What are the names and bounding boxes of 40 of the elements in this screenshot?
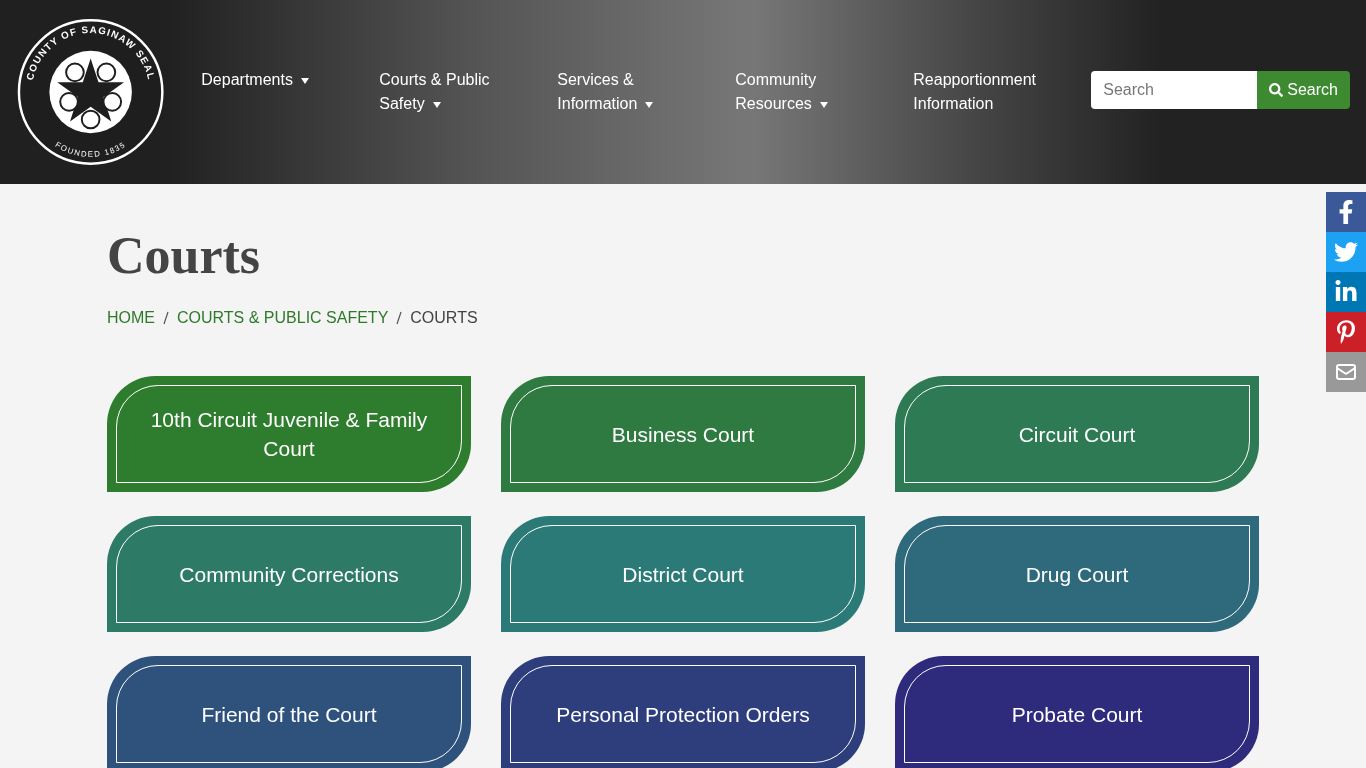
tile-label: Community Corrections [116,525,462,623]
tile-label: Probate Court [904,665,1250,763]
tile-label: Business Court [510,385,856,483]
court-tile[interactable]: Community Corrections [107,516,471,632]
share-button[interactable] [1326,352,1366,392]
share-button[interactable] [1326,272,1366,312]
bird-icon [1334,240,1358,264]
breadcrumb-link[interactable]: HOME [107,306,155,330]
search-icon [1269,83,1284,97]
slash-separator-icon [396,311,403,325]
slash-separator-icon [163,311,169,325]
court-tile[interactable]: District Court [501,516,865,632]
nav-link[interactable]: Departments [201,68,332,92]
nav-link[interactable]: Services & Information [557,68,688,116]
nav-link[interactable]: Reapportionment Information [913,68,1044,116]
share-button[interactable] [1326,232,1366,272]
page-title: Courts [107,226,262,286]
nav-link[interactable]: Community Resources [735,68,866,116]
tile-label: Circuit Court [904,385,1250,483]
tile-label: Personal Protection Orders [510,665,856,763]
court-tile[interactable]: Business Court [501,376,865,492]
in-letter-icon [1334,280,1358,304]
tile-label: 10th Circuit Juvenile & Family Court [116,385,462,483]
search-field[interactable]: Search [1091,71,1258,109]
share-button[interactable] [1326,312,1366,352]
court-tile[interactable]: Personal Protection Orders [501,656,865,768]
tile-label: Friend of the Court [116,665,462,763]
search-button[interactable]: Search [1257,71,1350,109]
court-tile[interactable]: Circuit Court [895,376,1259,492]
court-tile[interactable]: Drug Court [895,516,1259,632]
p-letter-icon [1334,320,1358,344]
tile-label: Drug Court [904,525,1250,623]
tile-label: District Court [510,525,856,623]
court-tile[interactable]: 10th Circuit Juvenile & Family Court [107,376,471,492]
court-tile[interactable]: Friend of the Court [107,656,471,768]
nav-link[interactable]: Courts & Public Safety [379,68,510,116]
breadcrumb-link[interactable]: COURTS & PUBLIC SAFETY [177,306,389,330]
court-tile[interactable]: Probate Court [895,656,1259,768]
share-button[interactable] [1326,192,1366,232]
breadcrumb-link[interactable]: COURTS [410,306,478,330]
